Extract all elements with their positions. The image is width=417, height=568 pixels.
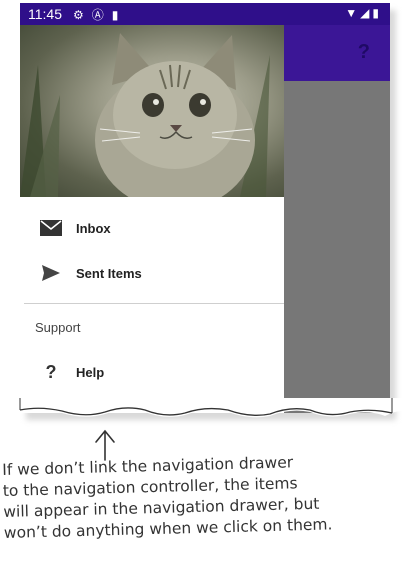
a-icon: Ⓐ	[91, 8, 112, 22]
drawer-item-label: Sent Items	[76, 265, 142, 281]
status-right-icons: ▼◢▮	[345, 6, 382, 20]
send-icon	[38, 265, 64, 281]
drawer-item-help[interactable]: ? Help	[20, 350, 284, 394]
navigation-drawer: Inbox Sent Items Support ? Help	[20, 25, 284, 413]
torn-paper-edge	[0, 398, 417, 418]
status-time: 11:45	[28, 6, 62, 22]
help-action-icon[interactable]: ?	[358, 41, 370, 64]
drawer-item-label: Help	[76, 364, 105, 380]
wifi-icon: ▼	[345, 6, 361, 20]
kitten-illustration	[20, 33, 270, 197]
annotation-text: If we don’t link the navigation drawer t…	[2, 449, 414, 544]
signal-icon: ◢	[360, 6, 373, 20]
drawer-item-inbox[interactable]: Inbox	[20, 206, 284, 250]
envelope-icon	[38, 220, 64, 236]
help-glyph: ?	[45, 361, 57, 382]
gear-icon: ⚙	[73, 8, 92, 22]
drawer-divider	[24, 303, 284, 304]
phone-screen: 11:45 ⚙Ⓐ▮ ▼◢▮ ? Inbox Sent Items Support…	[20, 3, 390, 413]
battery-icon: ▮	[372, 6, 382, 20]
sd-card-icon: ▮	[111, 8, 127, 22]
drawer-section-support: Support	[35, 320, 81, 335]
drawer-item-label: Inbox	[76, 220, 111, 236]
status-left-icons: ⚙Ⓐ▮	[73, 6, 126, 23]
status-bar: 11:45 ⚙Ⓐ▮ ▼◢▮	[20, 3, 390, 25]
drawer-item-sent-items[interactable]: Sent Items	[20, 251, 284, 295]
help-icon: ?	[38, 362, 64, 383]
kitten-header-image	[20, 25, 284, 197]
